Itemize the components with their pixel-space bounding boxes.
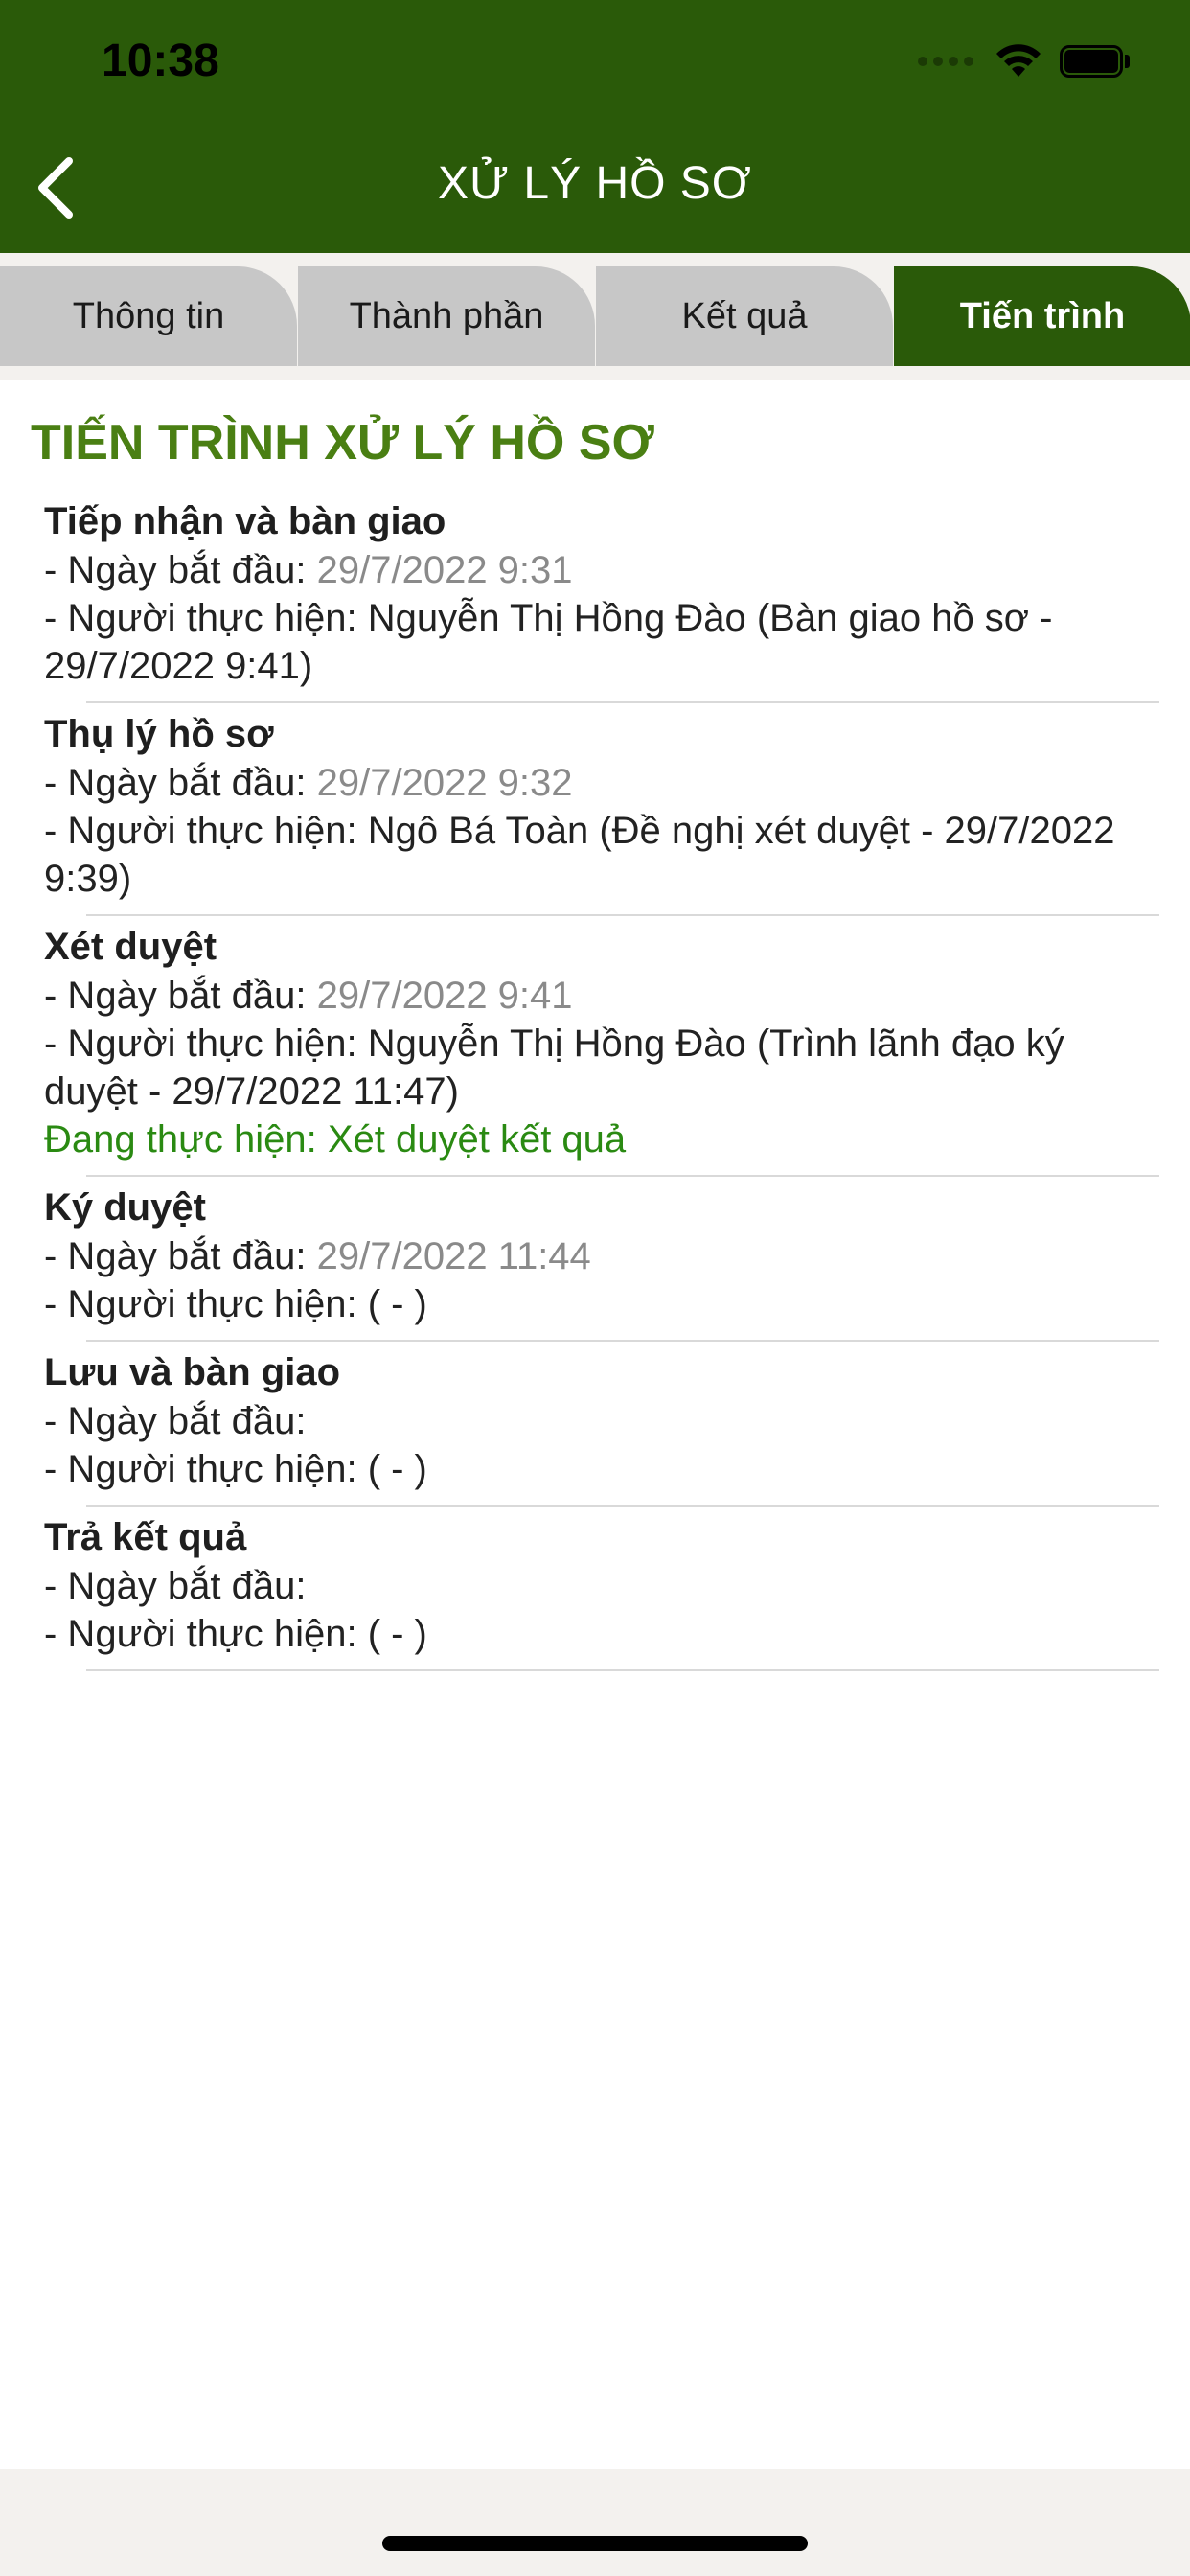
performer-line: - Người thực hiện: Ngô Bá Toàn (Đề nghị …: [44, 807, 1146, 903]
performer-value: ( - ): [367, 1448, 427, 1490]
list-item: Ký duyệt - Ngày bắt đầu: 29/7/2022 11:44…: [0, 1179, 1190, 1342]
start-date-line: - Ngày bắt đầu: 29/7/2022 11:44: [44, 1232, 1146, 1280]
start-date-label: - Ngày bắt đầu:: [44, 975, 317, 1017]
step-title: Lưu và bàn giao: [44, 1351, 341, 1393]
step-title: Tiếp nhận và bàn giao: [44, 500, 446, 542]
battery-icon: [1060, 45, 1130, 78]
start-date-label: - Ngày bắt đầu:: [44, 1400, 307, 1442]
status-icons: [918, 42, 1130, 80]
start-date-value: 29/7/2022 9:31: [316, 549, 573, 591]
tab-info[interactable]: Thông tin: [0, 266, 297, 366]
steps-list: Tiếp nhận và bàn giao - Ngày bắt đầu: 29…: [0, 493, 1190, 1671]
progress-content[interactable]: TIẾN TRÌNH XỬ LÝ HỒ SƠ Tiếp nhận và bàn …: [0, 380, 1190, 2469]
start-date-label: - Ngày bắt đầu:: [44, 549, 317, 591]
step-title: Xét duyệt: [44, 926, 217, 968]
performer-line: - Người thực hiện: ( - ): [44, 1445, 1146, 1493]
performer-label: - Người thực hiện:: [44, 1283, 368, 1325]
list-item: Lưu và bàn giao - Ngày bắt đầu: - Người …: [0, 1344, 1190, 1506]
divider: [86, 914, 1159, 916]
divider: [86, 1175, 1159, 1177]
start-date-line: - Ngày bắt đầu:: [44, 1397, 1146, 1445]
divider: [86, 702, 1159, 703]
performer-label: - Người thực hiện:: [44, 597, 368, 639]
tab-progress[interactable]: Tiến trình: [894, 266, 1190, 366]
start-date-label: - Ngày bắt đầu:: [44, 762, 317, 804]
status-time: 10:38: [102, 35, 219, 86]
performer-value: ( - ): [367, 1283, 427, 1325]
page-title: XỬ LÝ HỒ SƠ: [438, 158, 752, 209]
wifi-icon: [996, 44, 1041, 77]
performer-label: - Người thực hiện:: [44, 810, 368, 852]
step-title: Thụ lý hồ sơ: [44, 713, 274, 755]
start-date-value: 29/7/2022 11:44: [316, 1235, 591, 1277]
performer-line: - Người thực hiện: ( - ): [44, 1610, 1146, 1658]
list-item: Trả kết quả - Ngày bắt đầu: - Người thực…: [0, 1508, 1190, 1671]
performer-value: ( - ): [367, 1613, 427, 1655]
step-title: Trả kết quả: [44, 1516, 247, 1558]
performer-line: - Người thực hiện: Nguyễn Thị Hồng Đào (…: [44, 1020, 1146, 1116]
start-date-value: 29/7/2022 9:32: [316, 762, 573, 804]
start-date-line: - Ngày bắt đầu:: [44, 1562, 1146, 1610]
start-date-label: - Ngày bắt đầu:: [44, 1565, 307, 1607]
current-status: Đang thực hiện: Xét duyệt kết quả: [44, 1118, 627, 1161]
nav-bar: 10:38 XỬ LÝ HỒ SƠ: [0, 0, 1190, 253]
list-item: Thụ lý hồ sơ - Ngày bắt đầu: 29/7/2022 9…: [0, 705, 1190, 916]
start-date-line: - Ngày bắt đầu: 29/7/2022 9:41: [44, 972, 1146, 1020]
start-date-label: - Ngày bắt đầu:: [44, 1235, 317, 1277]
tab-bar: Thông tin Thành phần Kết quả Tiến trình: [0, 266, 1190, 366]
start-date-line: - Ngày bắt đầu: 29/7/2022 9:32: [44, 759, 1146, 807]
performer-line: - Người thực hiện: Nguyễn Thị Hồng Đào (…: [44, 594, 1146, 690]
divider: [86, 1669, 1159, 1671]
tab-result[interactable]: Kết quả: [596, 266, 893, 366]
divider: [86, 1505, 1159, 1506]
bottom-safe-area: [0, 2469, 1190, 2576]
home-indicator[interactable]: [382, 2536, 808, 2551]
performer-label: - Người thực hiện:: [44, 1023, 368, 1065]
start-date-value: 29/7/2022 9:41: [316, 975, 573, 1017]
start-date-line: - Ngày bắt đầu: 29/7/2022 9:31: [44, 546, 1146, 594]
cellular-signal-icon: [918, 57, 973, 66]
list-item: Xét duyệt - Ngày bắt đầu: 29/7/2022 9:41…: [0, 918, 1190, 1177]
tab-components[interactable]: Thành phần: [298, 266, 595, 366]
section-title: TIẾN TRÌNH XỬ LÝ HỒ SƠ: [31, 415, 654, 471]
step-title: Ký duyệt: [44, 1186, 206, 1229]
performer-line: - Người thực hiện: ( - ): [44, 1280, 1146, 1328]
performer-label: - Người thực hiện:: [44, 1613, 368, 1655]
performer-label: - Người thực hiện:: [44, 1448, 368, 1490]
divider: [86, 1340, 1159, 1342]
list-item: Tiếp nhận và bàn giao - Ngày bắt đầu: 29…: [0, 493, 1190, 703]
